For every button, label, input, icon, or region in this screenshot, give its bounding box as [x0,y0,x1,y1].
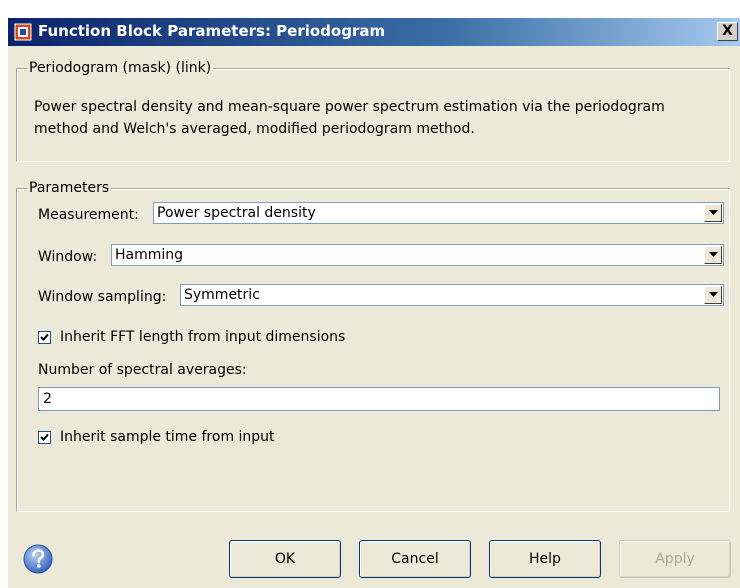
measurement-dropdown[interactable]: Power spectral density [153,202,724,224]
close-button[interactable]: X [717,22,738,41]
chevron-down-icon [709,210,718,215]
window-sampling-value: Symmetric [184,287,260,303]
spectral-averages-value: 2 [43,391,52,407]
ok-button[interactable]: OK [229,540,341,578]
help-button[interactable]: Help [489,540,601,578]
window-sampling-dropdown-button[interactable] [704,286,722,304]
window-sampling-dropdown[interactable]: Symmetric [180,284,724,306]
window-title: Function Block Parameters: Periodogram [38,22,386,40]
description-line-1: Power spectral density and mean-square p… [34,99,665,115]
inherit-fft-checkbox[interactable] [38,331,51,344]
spectral-averages-label: Number of spectral averages: [38,362,247,378]
question-mark-help-icon[interactable] [22,543,54,575]
window-sampling-label: Window sampling: [38,289,167,305]
measurement-value: Power spectral density [157,205,316,221]
title-bar[interactable]: Function Block Parameters: Periodogram X [8,18,740,46]
mask-group-legend: Periodogram (mask) (link) [29,60,212,76]
measurement-dropdown-button[interactable] [704,204,722,222]
window-label: Window: [38,249,98,265]
apply-button[interactable]: Apply [619,540,731,578]
spectral-averages-input[interactable]: 2 [38,387,720,411]
inherit-fft-label[interactable]: Inherit FFT length from input dimensions [60,329,345,345]
inherit-sample-time-checkbox[interactable] [38,431,51,444]
checkmark-icon [40,333,49,341]
parameters-group: Parameters [16,180,730,512]
window-value: Hamming [115,247,184,263]
checkmark-icon [40,433,49,441]
window-dropdown[interactable]: Hamming [111,244,724,266]
chevron-down-icon [709,252,718,257]
window-dropdown-button[interactable] [704,246,722,264]
mask-description: Power spectral density and mean-square p… [34,96,734,140]
cancel-button[interactable]: Cancel [359,540,471,578]
parameters-group-legend: Parameters [29,180,110,196]
chevron-down-icon [709,292,718,297]
function-block-parameters-dialog: Function Block Parameters: Periodogram X… [8,18,740,588]
close-icon: X [722,23,733,39]
description-line-2: method and Welch's averaged, modified pe… [34,121,475,137]
inherit-sample-time-label[interactable]: Inherit sample time from input [60,429,275,445]
measurement-label: Measurement: [38,207,139,223]
simulink-block-icon [14,23,32,41]
